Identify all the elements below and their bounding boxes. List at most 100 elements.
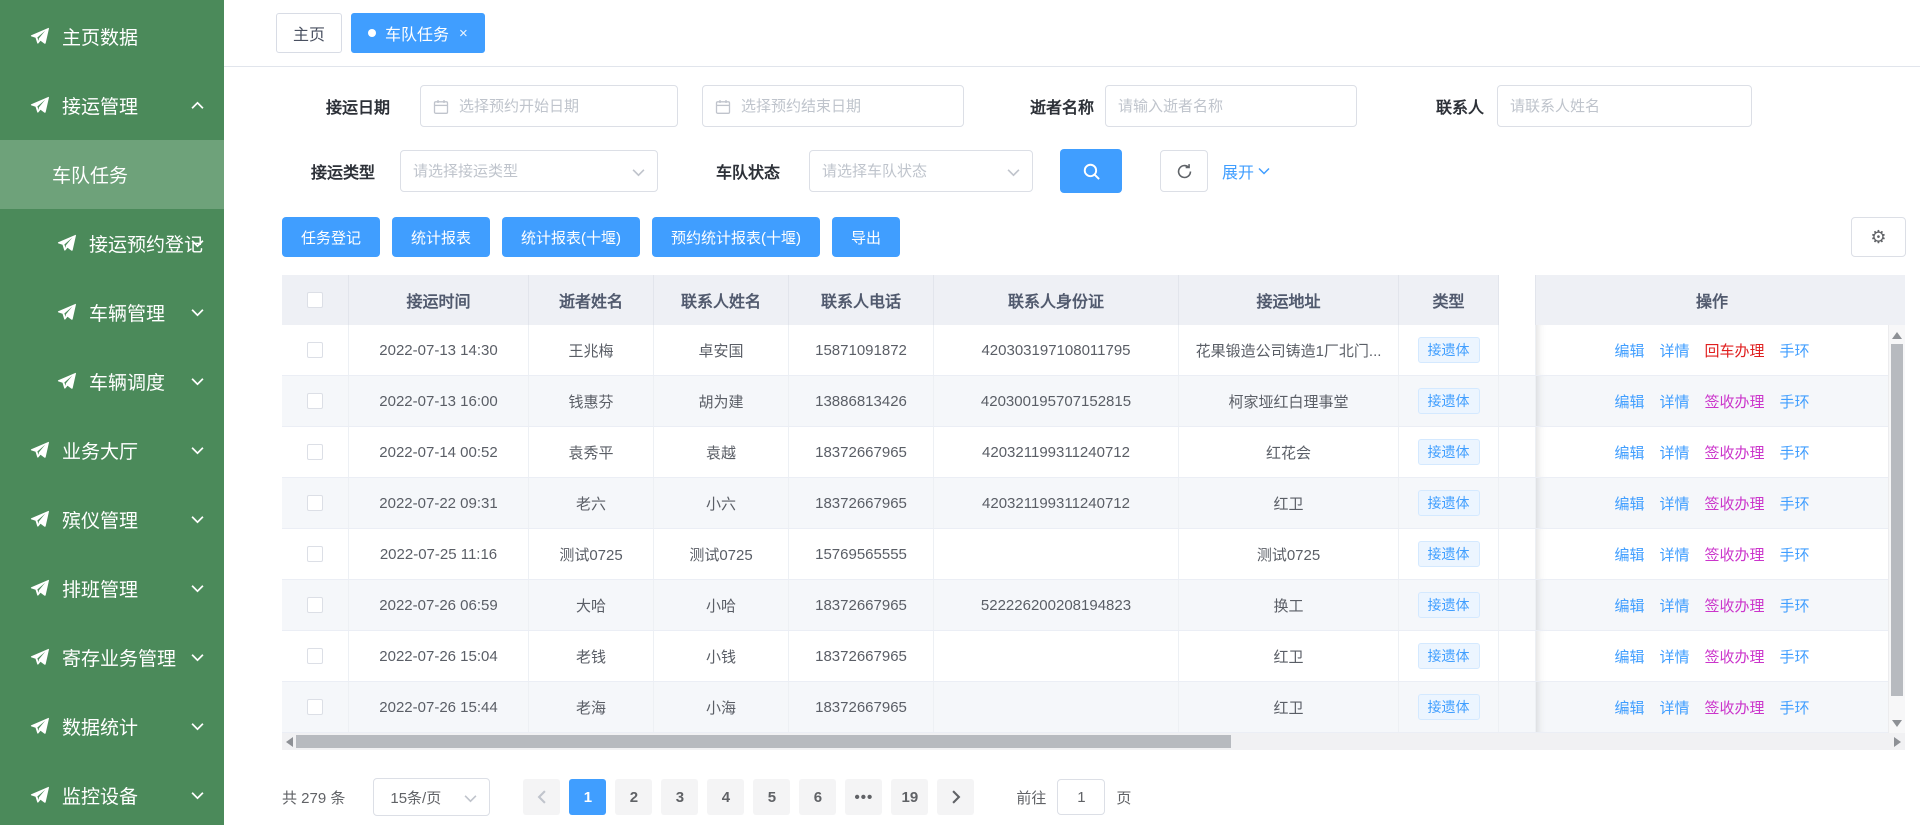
wristband-link[interactable]: 手环: [1780, 646, 1810, 667]
scroll-up-arrow[interactable]: [1889, 327, 1905, 343]
wristband-link[interactable]: 手环: [1780, 493, 1810, 514]
tab-fleet-task[interactable]: 车队任务×: [351, 13, 485, 53]
detail-link[interactable]: 详情: [1659, 340, 1689, 361]
wristband-link[interactable]: 手环: [1780, 442, 1810, 463]
scroll-right-arrow[interactable]: [1890, 733, 1905, 750]
row-checkbox[interactable]: [307, 342, 323, 358]
sidebar-item-vehicle-dispatch[interactable]: 车辆调度: [0, 347, 224, 416]
row-checkbox[interactable]: [307, 393, 323, 409]
stats-report-button[interactable]: 统计报表: [392, 217, 490, 257]
stats-report-shiyan-button[interactable]: 统计报表(十堰): [502, 217, 640, 257]
row-checkbox[interactable]: [307, 495, 323, 511]
goto-page-input[interactable]: [1057, 779, 1105, 815]
row-checkbox[interactable]: [307, 444, 323, 460]
search-button[interactable]: [1060, 149, 1122, 193]
transfer-type-select[interactable]: [400, 150, 658, 192]
date-end-input[interactable]: [703, 86, 963, 126]
edit-link[interactable]: 编辑: [1614, 544, 1644, 565]
edit-link[interactable]: 编辑: [1614, 442, 1644, 463]
scroll-down-arrow[interactable]: [1889, 715, 1905, 731]
prev-page-button[interactable]: [523, 779, 560, 815]
fleet-status-select[interactable]: [809, 150, 1033, 192]
reservation-stats-report-shiyan-button[interactable]: 预约统计报表(十堰): [652, 217, 820, 257]
contact-field[interactable]: [1497, 85, 1752, 127]
wristband-link[interactable]: 手环: [1780, 697, 1810, 718]
tab-home[interactable]: 主页: [276, 13, 342, 53]
page-button-1[interactable]: 1: [569, 779, 606, 815]
sign-process-link[interactable]: 签收办理: [1705, 391, 1765, 412]
fleet-status-select-input[interactable]: [810, 151, 1032, 191]
edit-link[interactable]: 编辑: [1614, 646, 1644, 667]
row-checkbox[interactable]: [307, 648, 323, 664]
edit-link[interactable]: 编辑: [1614, 493, 1644, 514]
edit-link[interactable]: 编辑: [1614, 697, 1644, 718]
horizontal-scrollbar[interactable]: [282, 733, 1905, 750]
page-size-select[interactable]: 15条/页: [373, 778, 490, 816]
expand-link[interactable]: 展开: [1222, 159, 1270, 183]
vertical-scrollbar-thumb[interactable]: [1891, 344, 1903, 696]
detail-link[interactable]: 详情: [1659, 391, 1689, 412]
row-checkbox[interactable]: [307, 546, 323, 562]
date-start-field[interactable]: [420, 85, 678, 127]
vertical-scrollbar[interactable]: [1888, 325, 1905, 733]
detail-link[interactable]: 详情: [1659, 595, 1689, 616]
page-button-2[interactable]: 2: [615, 779, 652, 815]
select-all-checkbox[interactable]: [307, 292, 323, 308]
edit-link[interactable]: 编辑: [1614, 595, 1644, 616]
wristband-link[interactable]: 手环: [1780, 544, 1810, 565]
deceased-name-field[interactable]: [1105, 85, 1357, 127]
sidebar-item-business-hall[interactable]: 业务大厅: [0, 416, 224, 485]
wristband-link[interactable]: 手环: [1780, 595, 1810, 616]
page-button-19[interactable]: 19: [891, 779, 928, 815]
refresh-button[interactable]: [1160, 150, 1208, 192]
sidebar-item-transfer-management[interactable]: 接运管理: [0, 71, 224, 140]
sidebar-item-funeral-management[interactable]: 殡仪管理: [0, 485, 224, 554]
edit-link[interactable]: 编辑: [1614, 340, 1644, 361]
export-button[interactable]: 导出: [832, 217, 900, 257]
sidebar-item-vehicle-management[interactable]: 车辆管理: [0, 278, 224, 347]
edit-link[interactable]: 编辑: [1614, 391, 1644, 412]
detail-link[interactable]: 详情: [1659, 697, 1689, 718]
horizontal-scrollbar-thumb[interactable]: [296, 735, 1231, 748]
sidebar-item-transfer-reservation[interactable]: 接运预约登记: [0, 209, 224, 278]
sidebar-item-shift-management[interactable]: 排班管理: [0, 554, 224, 623]
pager-more-button[interactable]: •••: [845, 779, 882, 815]
sign-process-link[interactable]: 签收办理: [1705, 697, 1765, 718]
wristband-link[interactable]: 手环: [1780, 391, 1810, 412]
sidebar-item-home-data[interactable]: 主页数据: [0, 2, 224, 71]
row-checkbox[interactable]: [307, 699, 323, 715]
sidebar-item-fleet-task[interactable]: 车队任务: [0, 140, 224, 209]
next-page-button[interactable]: [937, 779, 974, 815]
page-button-5[interactable]: 5: [753, 779, 790, 815]
sign-process-link[interactable]: 签收办理: [1705, 442, 1765, 463]
sign-process-link[interactable]: 签收办理: [1705, 493, 1765, 514]
page-button-6[interactable]: 6: [799, 779, 836, 815]
detail-link[interactable]: 详情: [1659, 442, 1689, 463]
deceased-name-input[interactable]: [1106, 86, 1356, 126]
sidebar-item-monitor-device[interactable]: 监控设备: [0, 761, 224, 825]
pickup-address-cell: 测试0725: [1179, 529, 1399, 579]
scroll-left-arrow[interactable]: [282, 733, 297, 750]
tab-close-icon[interactable]: ×: [459, 26, 468, 41]
detail-link[interactable]: 详情: [1659, 493, 1689, 514]
sidebar-item-storage-management[interactable]: 寄存业务管理: [0, 623, 224, 692]
contact-input[interactable]: [1498, 86, 1751, 126]
page-button-3[interactable]: 3: [661, 779, 698, 815]
page-button-4[interactable]: 4: [707, 779, 744, 815]
detail-link[interactable]: 详情: [1659, 646, 1689, 667]
task-register-button[interactable]: 任务登记: [282, 217, 380, 257]
sidebar-item-data-statistics[interactable]: 数据统计: [0, 692, 224, 761]
sign-process-link[interactable]: 签收办理: [1705, 595, 1765, 616]
row-checkbox[interactable]: [307, 597, 323, 613]
gap-cell: [1499, 376, 1536, 426]
date-start-input[interactable]: [421, 86, 677, 126]
return-car-process-link[interactable]: 回车办理: [1705, 340, 1765, 361]
date-end-field[interactable]: [702, 85, 964, 127]
fleet-task-table: 接运时间逝者姓名联系人姓名联系人电话联系人身份证接运地址类型操作 2022-07…: [282, 275, 1905, 733]
sign-process-link[interactable]: 签收办理: [1705, 544, 1765, 565]
wristband-link[interactable]: 手环: [1780, 340, 1810, 361]
column-settings-button[interactable]: ⚙: [1851, 217, 1906, 257]
detail-link[interactable]: 详情: [1659, 544, 1689, 565]
transfer-type-select-input[interactable]: [401, 151, 657, 191]
sign-process-link[interactable]: 签收办理: [1705, 646, 1765, 667]
